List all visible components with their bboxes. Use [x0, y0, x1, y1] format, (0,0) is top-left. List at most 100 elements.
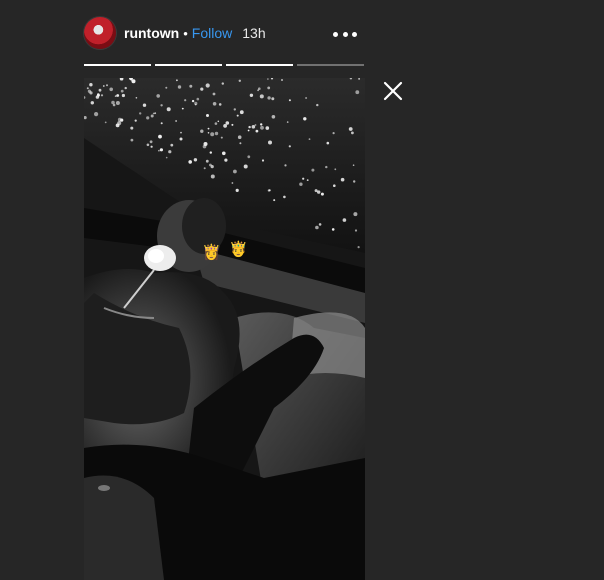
- star-light: [179, 137, 183, 141]
- star-light: [267, 189, 270, 192]
- star-light: [243, 164, 248, 169]
- star-light: [120, 118, 124, 122]
- star-light: [142, 103, 147, 107]
- follow-button[interactable]: Follow: [192, 25, 232, 41]
- star-light: [233, 169, 237, 174]
- star-light: [283, 195, 286, 199]
- star-light: [175, 120, 177, 122]
- prince-sticker: 🤴: [229, 241, 248, 258]
- star-light: [318, 223, 322, 226]
- star-light: [225, 121, 230, 125]
- star-light: [320, 192, 324, 196]
- star-light: [120, 89, 124, 93]
- star-light: [286, 121, 289, 123]
- star-light: [342, 218, 347, 222]
- star-light: [106, 84, 108, 87]
- star-light: [248, 125, 251, 129]
- star-light: [207, 132, 210, 134]
- star-light: [152, 112, 155, 115]
- star-light: [220, 136, 223, 139]
- star-light: [299, 182, 303, 186]
- star-light: [89, 91, 93, 95]
- star-light: [154, 112, 157, 115]
- star-light: [284, 164, 287, 167]
- star-light: [139, 112, 142, 115]
- star-light: [305, 97, 308, 99]
- star-light: [316, 103, 319, 107]
- star-light: [214, 131, 219, 136]
- star-light: [121, 93, 125, 98]
- progress-segment: [226, 64, 293, 66]
- star-light: [100, 94, 104, 97]
- star-light: [259, 94, 264, 99]
- star-light: [326, 141, 330, 145]
- star-light: [191, 99, 195, 103]
- star-light: [218, 103, 222, 106]
- star-light: [353, 180, 356, 183]
- star-light: [89, 83, 93, 87]
- star-light: [249, 93, 254, 97]
- star-light: [231, 182, 234, 184]
- star-light: [236, 114, 239, 117]
- username[interactable]: runtown: [124, 25, 179, 41]
- close-icon[interactable]: [380, 78, 406, 104]
- star-light: [267, 78, 269, 80]
- star-light: [206, 114, 209, 117]
- star-light: [251, 125, 256, 129]
- progress-fill: [84, 64, 151, 66]
- star-light: [200, 87, 204, 91]
- star-light: [237, 135, 242, 139]
- story-header: runtown • Follow 13h: [84, 16, 364, 50]
- story-viewer: runtown • Follow 13h 👸 🤴: [0, 0, 604, 580]
- avatar[interactable]: [84, 17, 116, 49]
- star-light: [353, 212, 358, 217]
- more-dot: [352, 31, 357, 37]
- star-light: [205, 83, 210, 88]
- star-light: [255, 129, 259, 133]
- progress-segment: [84, 64, 151, 66]
- star-light: [189, 84, 193, 88]
- timestamp: 13h: [242, 25, 266, 41]
- star-light: [159, 148, 163, 152]
- star-light: [267, 86, 271, 90]
- star-light: [158, 134, 162, 139]
- separator-dot: •: [183, 25, 188, 41]
- progress-segment: [297, 64, 364, 66]
- star-light: [257, 89, 259, 92]
- star-light: [168, 150, 172, 154]
- star-light: [306, 179, 309, 181]
- more-dot: [342, 31, 348, 37]
- star-light: [231, 123, 234, 126]
- star-light: [180, 131, 182, 134]
- star-light: [116, 94, 120, 97]
- story-photo[interactable]: 👸 🤴: [84, 78, 365, 580]
- star-light: [224, 158, 228, 162]
- star-light: [302, 177, 305, 180]
- star-light: [221, 82, 224, 85]
- star-light: [355, 90, 360, 95]
- princess-sticker: 👸: [202, 244, 221, 261]
- star-light: [109, 87, 113, 92]
- star-light: [303, 117, 307, 121]
- star-light: [94, 112, 99, 117]
- progress-segment: [155, 64, 222, 66]
- star-light: [205, 159, 209, 163]
- progress-fill: [155, 64, 222, 66]
- star-light: [210, 174, 215, 179]
- star-light: [160, 104, 163, 107]
- star-light: [115, 101, 120, 105]
- star-light: [238, 79, 241, 82]
- star-light: [165, 156, 168, 159]
- star-light: [86, 87, 89, 90]
- star-light: [267, 96, 271, 100]
- star-light: [311, 168, 315, 172]
- story-image: [84, 78, 365, 580]
- star-light: [260, 123, 263, 126]
- star-light: [146, 116, 150, 120]
- star-light: [196, 97, 200, 101]
- star-light: [325, 165, 328, 169]
- more-options-icon[interactable]: [333, 24, 357, 44]
- star-light: [317, 190, 321, 194]
- star-light: [288, 99, 291, 102]
- star-light: [273, 199, 276, 202]
